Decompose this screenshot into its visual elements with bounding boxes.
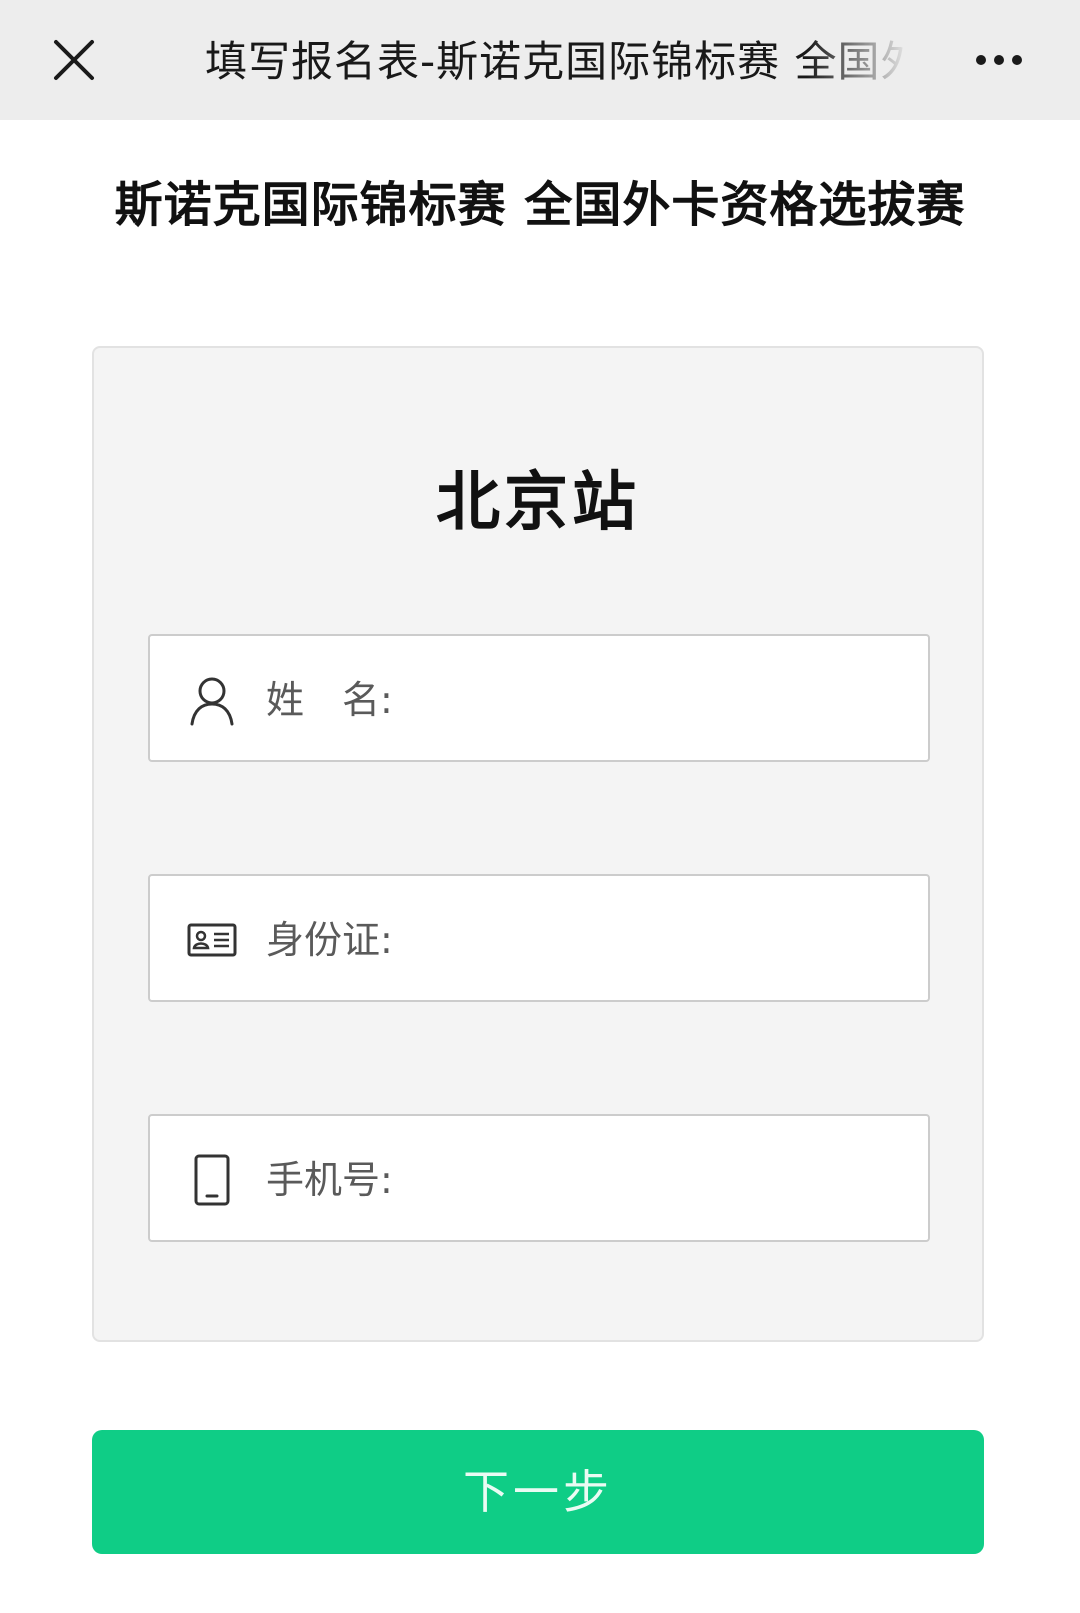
phone-field[interactable]: 手机号: [148,1114,930,1242]
id-card-field[interactable]: 身份证: [148,874,930,1002]
nav-title: 填写报名表-斯诺克国际锦标赛 全国外卡资格选拔赛 [205,37,905,86]
close-icon [54,40,94,80]
top-nav-bar: 填写报名表-斯诺克国际锦标赛 全国外卡资格选拔赛 [0,0,1080,120]
phone-icon [186,1154,238,1206]
name-input[interactable] [450,656,904,746]
id-card-label: 身份证: [266,918,393,962]
next-step-button[interactable]: 下一步 [92,1430,984,1554]
page-heading: 斯诺克国际锦标赛 全国外卡资格选拔赛 [114,177,966,233]
registration-form-card: 北京站 姓 名: 身份证: 手机号: [92,346,984,1342]
more-options-button[interactable] [975,40,1031,80]
phone-input[interactable] [450,1136,904,1226]
close-button[interactable] [50,36,98,84]
name-field[interactable]: 姓 名: [148,634,930,762]
id-card-icon [186,914,238,966]
id-card-input[interactable] [450,896,904,986]
station-title: 北京站 [436,466,640,540]
person-icon [186,674,238,726]
name-label: 姓 名: [266,678,393,722]
phone-label: 手机号: [266,1158,393,1202]
more-dots-icon [976,55,1022,65]
